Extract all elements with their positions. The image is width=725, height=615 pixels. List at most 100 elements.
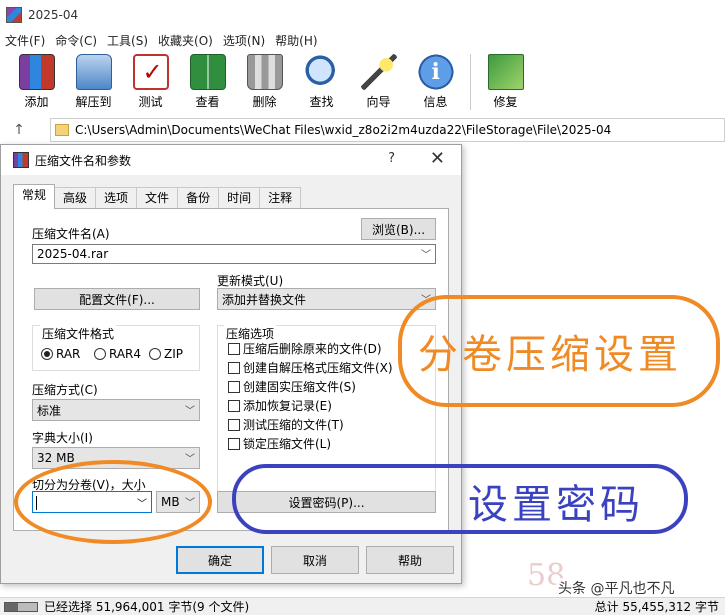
radio-rar4[interactable]: RAR4 — [94, 347, 141, 361]
tab-time[interactable]: 时间 — [218, 187, 261, 209]
dialog-title: 压缩文件名和参数 — [35, 153, 132, 168]
method-combo[interactable]: 标准 ﹀ — [32, 399, 200, 421]
help-icon[interactable]: ? — [388, 151, 395, 166]
window-titlebar: 2025-04 — [0, 0, 725, 30]
add-button[interactable]: 添加 — [8, 50, 65, 112]
archive-name-value: 2025-04.rar — [37, 247, 109, 261]
checkbox-test[interactable]: 测试压缩的文件(T) — [228, 416, 344, 433]
toolbar-separator — [470, 54, 471, 110]
repair-label: 修复 — [493, 95, 518, 109]
dialog-tabs: 常规 高级 选项 文件 备份 时间 注释 — [13, 184, 302, 209]
checkbox-sfx[interactable]: 创建自解压格式压缩文件(X) — [228, 359, 393, 376]
tab-options[interactable]: 选项 — [95, 187, 138, 209]
radio-zip[interactable]: ZIP — [149, 347, 183, 361]
option-label: 锁定压缩文件(L) — [243, 437, 332, 451]
browse-button[interactable]: 浏览(B)... — [361, 218, 436, 240]
close-icon[interactable]: ✕ — [430, 148, 445, 169]
option-label: 创建自解压格式压缩文件(X) — [243, 361, 393, 375]
dict-value: 32 MB — [37, 451, 75, 465]
view-label: 查看 — [195, 95, 220, 109]
menu-help[interactable]: 帮助(H) — [270, 32, 322, 49]
tab-files[interactable]: 文件 — [136, 187, 179, 209]
magnifier-icon — [303, 54, 340, 90]
wizard-button[interactable]: 向导 — [350, 50, 407, 112]
toolbar: 添加 解压到 测试 查看 删除 查找 向导 信息 修复 — [0, 50, 725, 116]
repair-button[interactable]: 修复 — [477, 50, 534, 112]
test-label: 测试 — [138, 95, 163, 109]
delete-label: 删除 — [252, 95, 277, 109]
dict-label: 字典大小(I) — [32, 431, 93, 445]
split-annotation-text: 分卷压缩设置 — [418, 332, 682, 378]
extract-button[interactable]: 解压到 — [65, 50, 122, 112]
tab-general[interactable]: 常规 — [13, 184, 56, 209]
option-label: 创建固实压缩文件(S) — [243, 380, 356, 394]
info-button[interactable]: 信息 — [407, 50, 464, 112]
checkbox-box — [228, 418, 240, 431]
disk-icon — [4, 601, 38, 612]
checklist-icon — [132, 54, 169, 90]
checkbox-delete-after[interactable]: 压缩后删除原来的文件(D) — [228, 340, 382, 357]
menu-bar: 文件(F) 命令(C) 工具(S) 收藏夹(O) 选项(N) 帮助(H) — [0, 30, 725, 50]
cancel-button[interactable]: 取消 — [271, 546, 359, 574]
menu-file[interactable]: 文件(F) — [0, 32, 50, 49]
find-button[interactable]: 查找 — [293, 50, 350, 112]
delete-button[interactable]: 删除 — [236, 50, 293, 112]
chevron-down-icon: ﹀ — [185, 405, 195, 417]
checkbox-recovery[interactable]: 添加恢复记录(E) — [228, 397, 332, 414]
info-label: 信息 — [423, 95, 448, 109]
radio-zip-label: ZIP — [164, 347, 183, 361]
repair-book-icon — [487, 54, 524, 90]
up-arrow-icon[interactable]: ↑ — [0, 122, 38, 138]
dialog-winrar-icon — [13, 152, 29, 168]
status-bar: 已经选择 51,964,001 字节(9 个文件) 总计 55,455,312 … — [0, 597, 725, 615]
credit-text: 头条 @平凡也不凡 — [556, 578, 677, 598]
tab-comment[interactable]: 注释 — [259, 187, 302, 209]
folder-icon — [55, 124, 69, 136]
radio-rar4-label: RAR4 — [109, 347, 142, 361]
trash-icon — [246, 54, 283, 90]
test-button[interactable]: 测试 — [122, 50, 179, 112]
profiles-button[interactable]: 配置文件(F)... — [34, 288, 200, 310]
option-label: 添加恢复记录(E) — [243, 399, 332, 413]
add-label: 添加 — [24, 95, 49, 109]
split-field-circle — [14, 460, 212, 544]
menu-favorites[interactable]: 收藏夹(O) — [153, 32, 218, 49]
radio-rar-label: RAR — [56, 347, 81, 361]
extract-label: 解压到 — [75, 95, 112, 109]
tab-advanced[interactable]: 高级 — [54, 187, 97, 209]
checkbox-box — [228, 380, 240, 393]
menu-options[interactable]: 选项(N) — [218, 32, 270, 49]
status-total: 总计 55,455,312 字节 — [594, 600, 719, 614]
info-icon — [417, 54, 454, 90]
menu-commands[interactable]: 命令(C) — [50, 32, 102, 49]
book-icon — [189, 54, 226, 90]
path-field[interactable]: C:\Users\Admin\Documents\WeChat Files\wx… — [50, 118, 725, 142]
help-button[interactable]: 帮助 — [366, 546, 454, 574]
archive-add-icon — [18, 54, 55, 90]
option-label: 压缩后删除原来的文件(D) — [243, 342, 382, 356]
archive-name-label: 压缩文件名(A) — [32, 227, 110, 241]
checkbox-box — [228, 437, 240, 450]
checkbox-lock[interactable]: 锁定压缩文件(L) — [228, 435, 331, 452]
ok-button[interactable]: 确定 — [176, 546, 264, 574]
dialog-titlebar: 压缩文件名和参数 ? ✕ — [1, 145, 461, 175]
menu-tools[interactable]: 工具(S) — [102, 32, 153, 49]
path-text: C:\Users\Admin\Documents\WeChat Files\wx… — [75, 123, 612, 137]
method-label: 压缩方式(C) — [32, 383, 98, 397]
update-mode-label: 更新模式(U) — [217, 274, 284, 288]
update-mode-value: 添加并替换文件 — [222, 292, 307, 307]
archive-name-combo[interactable]: 2025-04.rar ﹀ — [32, 244, 436, 264]
view-button[interactable]: 查看 — [179, 50, 236, 112]
tab-backup[interactable]: 备份 — [177, 187, 220, 209]
checkbox-box — [228, 399, 240, 412]
checkbox-solid[interactable]: 创建固实压缩文件(S) — [228, 378, 356, 395]
radio-indicator — [149, 348, 161, 360]
magic-wand-icon — [360, 54, 397, 90]
chevron-down-icon: ﹀ — [421, 249, 431, 261]
extract-folder-icon — [75, 54, 112, 90]
options-label: 压缩选项 — [224, 325, 277, 342]
update-mode-combo[interactable]: 添加并替换文件 ﹀ — [217, 288, 436, 310]
format-label: 压缩文件格式 — [40, 325, 117, 342]
option-label: 测试压缩的文件(T) — [243, 418, 344, 432]
radio-rar[interactable]: RAR — [41, 347, 80, 361]
